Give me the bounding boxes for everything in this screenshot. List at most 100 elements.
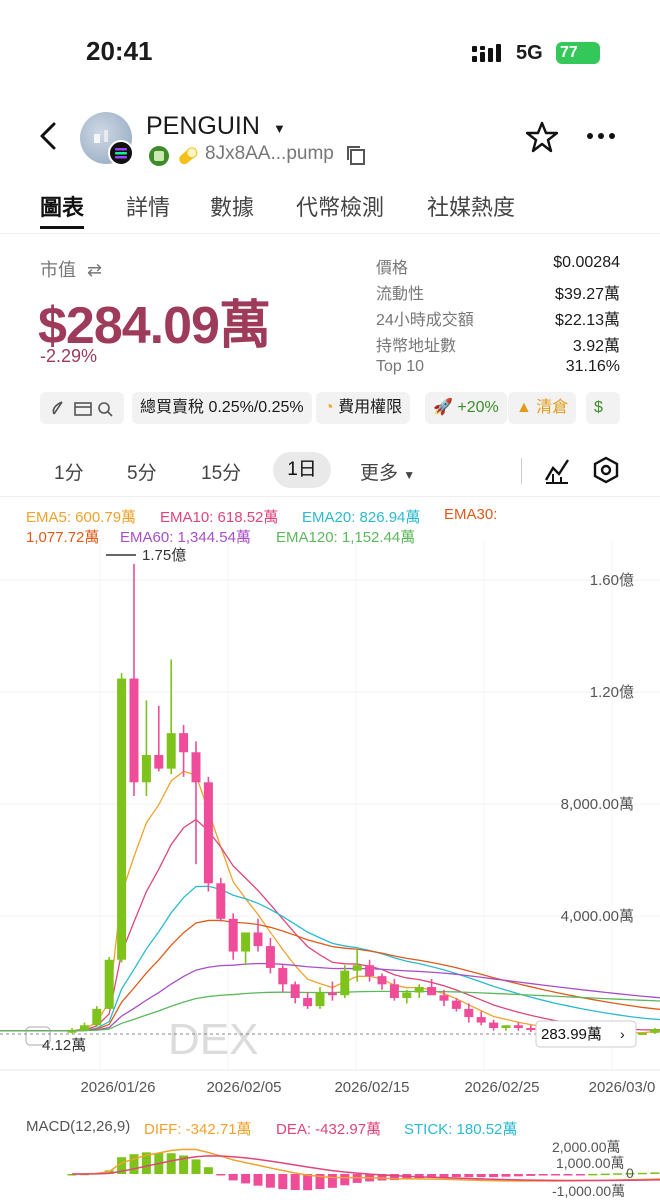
more-label: 更多	[360, 463, 399, 484]
ema10-line	[0, 818, 660, 1032]
tab-data[interactable]: 數據	[210, 190, 254, 222]
macd-bar	[340, 1174, 350, 1186]
macd-bar	[278, 1174, 288, 1190]
max-label: 1.75億	[142, 547, 186, 564]
favorite-star-icon[interactable]	[525, 121, 559, 158]
tax-chip[interactable]: 總買賣稅 0.25%/0.25%	[132, 392, 312, 424]
timeframe-5m[interactable]: 5分	[127, 458, 157, 485]
stat-value-liquidity: $39.27萬	[555, 286, 620, 303]
candle-body	[253, 932, 263, 947]
candle-body	[265, 946, 275, 968]
ema30-label: EMA30:	[444, 506, 498, 523]
chevron-down-icon: ▼	[403, 468, 416, 482]
candle-body	[129, 678, 139, 783]
y-axis-label: 1.60億	[590, 572, 634, 589]
candle-body	[427, 987, 437, 996]
crown-icon: ▲	[516, 399, 532, 416]
stat-label-liquidity: 流動性	[376, 286, 425, 303]
indicator-icon[interactable]	[544, 456, 570, 489]
macd-bar	[538, 1174, 548, 1176]
candle-body	[179, 733, 189, 753]
macd-bar	[600, 1173, 610, 1176]
tab-token-check[interactable]: 代幣檢測	[296, 190, 384, 222]
rocket-icon: 🚀	[433, 399, 453, 416]
market-cap-label[interactable]: 市值 ⇄	[40, 256, 102, 282]
macd-bar	[451, 1174, 461, 1178]
macd-bar	[588, 1173, 598, 1176]
stat-value-volume: $22.13萬	[555, 312, 620, 329]
pill-icon	[176, 145, 200, 172]
candle-body	[377, 976, 387, 985]
max-marker: 1.75億	[106, 547, 186, 564]
candle-body	[228, 918, 238, 952]
signal-icon	[472, 44, 508, 69]
macd-ylabel-3: -1,000.00萬	[552, 1183, 625, 1199]
candle-body	[203, 782, 213, 884]
candle-body	[216, 883, 226, 919]
candle-body	[501, 1025, 511, 1028]
timeframe-15m[interactable]: 15分	[201, 458, 241, 485]
candle-body	[278, 967, 288, 985]
back-button[interactable]	[36, 120, 60, 157]
clock-icon: ◔	[324, 399, 334, 416]
candle-body	[389, 984, 399, 998]
candle-body	[104, 959, 114, 1009]
candle-body	[402, 992, 412, 998]
chevron-right-icon: ›	[620, 1026, 625, 1042]
separator	[521, 458, 522, 484]
tab-details[interactable]: 詳情	[126, 190, 170, 222]
macd-bar	[563, 1174, 573, 1176]
candle-body	[241, 932, 251, 952]
macd-bar	[253, 1174, 263, 1186]
macd-ylabel-1: 1,000.00萬	[556, 1155, 625, 1171]
candle-body	[451, 1000, 461, 1009]
tab-social-heat[interactable]: 社媒熱度	[427, 190, 515, 222]
candle-body	[352, 965, 362, 971]
macd-bar	[526, 1174, 536, 1176]
min-label: 4.12萬	[42, 1037, 86, 1054]
x-axis-label: 2026/03/0	[589, 1079, 656, 1096]
macd-bar	[439, 1174, 449, 1178]
copy-icon[interactable]	[345, 144, 367, 171]
boost-chip[interactable]: 🚀 +20%	[425, 392, 507, 424]
timeframe-more[interactable]: 更多 ▼	[360, 458, 415, 485]
macd-chart[interactable]: 2,000.00萬 1,000.00萬 0 -1,000.00萬	[0, 1134, 660, 1200]
candlestick-chart[interactable]: DEX 1.60億 1.20億 8,000.00萬 4,000.00萬 2026/01…	[0, 540, 660, 1100]
stat-label-holders: 持幣地址數	[376, 338, 457, 355]
active-tab-indicator	[40, 226, 84, 229]
y-axis-labels: 1.60億 1.20億 8,000.00萬 4,000.00萬	[561, 572, 634, 925]
macd-bar	[191, 1159, 201, 1174]
status-time: 20:41	[86, 36, 153, 66]
swap-icon[interactable]: ⇄	[87, 260, 102, 280]
verified-badge-icon	[148, 145, 170, 172]
clear-chip[interactable]: ▲ 清倉	[508, 392, 577, 424]
macd-ylabel-2: 0	[626, 1165, 634, 1181]
macd-bar	[352, 1174, 362, 1183]
watermark: DEX	[168, 1015, 258, 1064]
token-name[interactable]: PENGUIN	[146, 112, 260, 141]
more-options-icon[interactable]	[586, 128, 618, 146]
money-bag-icon: $	[594, 399, 603, 416]
money-bag-chip[interactable]: $	[586, 392, 620, 424]
candle-body	[365, 965, 375, 977]
divider	[0, 233, 660, 234]
timeframe-1m[interactable]: 1分	[54, 458, 84, 485]
macd-bar	[613, 1173, 623, 1175]
candle-body	[191, 752, 201, 783]
macd-bar	[290, 1174, 300, 1191]
candle-body	[476, 1017, 486, 1023]
macd-bar	[489, 1174, 499, 1178]
ema5-label: EMA5: 600.79萬	[26, 509, 137, 526]
candle-body	[315, 992, 325, 1007]
fee-permission-chip[interactable]: ◔ 費用權限	[316, 392, 411, 424]
tab-chart[interactable]: 圖表	[40, 190, 84, 222]
macd-bar	[265, 1174, 275, 1188]
settings-hexagon-icon[interactable]	[592, 456, 620, 489]
token-dropdown-icon[interactable]: ▼	[273, 121, 286, 136]
solana-chain-icon	[108, 140, 134, 166]
x-axis-label: 2026/02/15	[334, 1079, 409, 1096]
timeframe-1d[interactable]: 1日	[273, 452, 331, 488]
x-axis-label: 2026/02/25	[464, 1079, 539, 1096]
battery-indicator: 77	[556, 42, 600, 64]
tools-chip[interactable]	[40, 392, 124, 424]
